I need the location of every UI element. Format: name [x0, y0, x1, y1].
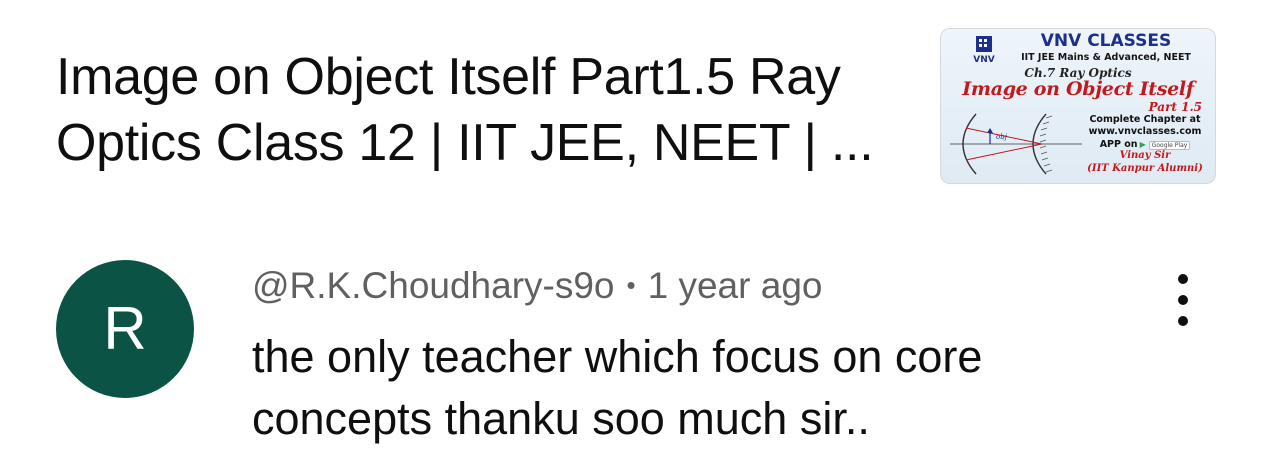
thumbnail-part: Part 1.5 [1148, 100, 1202, 114]
thumbnail-website: www.vnvclasses.com [1088, 126, 1202, 137]
optics-diagram: obj [950, 113, 1082, 175]
comment-meta: @R.K.Choudhary-s9o • 1 year ago [252, 262, 822, 309]
menu-dot [1178, 316, 1188, 326]
more-vertical-icon[interactable] [1158, 270, 1208, 330]
comment-item: R @R.K.Choudhary-s9o • 1 year ago the only… [0, 240, 1270, 470]
meta-separator: • [626, 270, 636, 300]
thumbnail-store-label: Google Play [1148, 141, 1191, 150]
video-title[interactable]: Image on Object Itself Part1.5 Ray Optic… [56, 44, 916, 176]
thumbnail-subtitle: IIT JEE Mains & Advanced, NEET [1021, 52, 1191, 63]
thumbnail-topic: Image on Object Itself [962, 78, 1194, 100]
diagram-label: obj [996, 133, 1008, 141]
comment-author[interactable]: @R.K.Choudhary-s9o [252, 265, 615, 306]
menu-dot [1178, 295, 1188, 305]
thumbnail-complete-text: Complete Chapter at [1089, 114, 1201, 125]
thumbnail-alumni: (IIT Kanpur Alumni) [1087, 163, 1203, 174]
comment-text: the only teacher which focus on core con… [252, 331, 983, 444]
comment-timestamp: 1 year ago [647, 265, 823, 306]
menu-dot [1178, 274, 1188, 284]
google-play-icon: ▶ [1139, 140, 1146, 149]
thumbnail-app-label: APP on [1099, 139, 1138, 150]
thumbnail-teacher: Vinay Sir [1119, 150, 1171, 161]
video-result[interactable]: Image on Object Itself Part1.5 Ray Optic… [0, 0, 1270, 210]
video-thumbnail[interactable]: VNV VNV CLASSES IIT JEE Mains & Advanced… [940, 28, 1216, 184]
thumbnail-app-line: APP on ▶ Google Play [1080, 139, 1210, 150]
thumbnail-brand: VNV CLASSES [1040, 31, 1172, 51]
logo-text: VNV [973, 55, 994, 64]
avatar[interactable]: R [56, 260, 194, 398]
